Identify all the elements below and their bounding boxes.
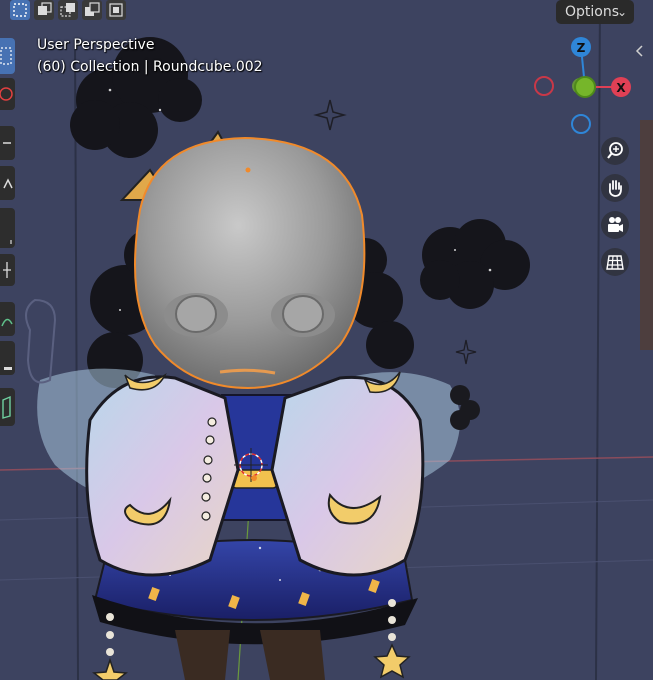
select-extend-mode-button[interactable] xyxy=(58,0,78,20)
jacket-left xyxy=(85,375,240,577)
3d-viewport[interactable]: Options ⌄ User Perspective (60) Collecti… xyxy=(0,0,653,680)
grid-icon xyxy=(606,255,624,270)
sparkle-outline xyxy=(313,99,347,131)
navigation-gizmo[interactable]: Z X xyxy=(530,34,640,139)
tool-rotate[interactable] xyxy=(0,166,15,200)
perspective-toggle-button[interactable] xyxy=(601,248,629,276)
neg-x-axis-button xyxy=(534,76,554,96)
zoom-icon xyxy=(607,142,623,159)
star-charm xyxy=(373,643,411,679)
add-cube-icon xyxy=(2,395,11,419)
tool-scale[interactable] xyxy=(0,208,15,248)
hand-icon xyxy=(608,180,622,197)
cursor-icon xyxy=(0,87,13,101)
origin-point xyxy=(251,475,257,481)
select-box-icon xyxy=(0,47,12,65)
tool-move[interactable] xyxy=(0,126,15,160)
sidebar-toggle-icon[interactable] xyxy=(634,44,646,58)
dark-cloud xyxy=(70,37,202,158)
left-toolbar xyxy=(0,36,16,428)
z-axis-label: Z xyxy=(577,41,586,55)
pan-button[interactable] xyxy=(601,174,629,202)
select-box-icon xyxy=(13,3,27,17)
sparkle-outline xyxy=(455,339,477,365)
perspective-label: User Perspective xyxy=(37,37,155,53)
tool-measure[interactable] xyxy=(0,341,15,375)
collection-label: (60) Collection | Roundcube.002 xyxy=(37,59,263,75)
scale-icon xyxy=(10,240,12,244)
measure-icon xyxy=(4,367,12,370)
y-axis-button xyxy=(574,76,596,98)
tool-transform[interactable] xyxy=(0,254,15,286)
annotate-icon xyxy=(1,318,13,327)
camera-view-button[interactable] xyxy=(601,211,629,239)
select-box-mode-button[interactable] xyxy=(10,0,30,20)
select-new-mode-button[interactable] xyxy=(34,0,54,20)
tool-cursor[interactable] xyxy=(0,78,15,110)
zoom-button[interactable] xyxy=(601,137,629,165)
options-dropdown[interactable]: Options ⌄ xyxy=(556,0,634,24)
select-intersect-mode-button[interactable] xyxy=(106,0,126,20)
star-charm xyxy=(92,657,128,680)
rotate-icon xyxy=(3,178,13,189)
transform-icon xyxy=(3,262,11,278)
neg-z-axis-button xyxy=(571,114,591,134)
select-new-icon xyxy=(38,2,52,15)
tool-add-cube[interactable] xyxy=(0,388,15,426)
select-subtract-icon xyxy=(85,2,100,16)
chevron-down-icon: ⌄ xyxy=(616,5,627,19)
x-axis-label: X xyxy=(616,81,626,95)
select-subtract-mode-button[interactable] xyxy=(82,0,102,20)
select-intersect-icon xyxy=(109,3,123,17)
select-extend-icon xyxy=(60,3,75,17)
dark-cloud xyxy=(420,219,530,309)
camera-icon xyxy=(608,217,623,232)
jacket-right xyxy=(270,375,425,577)
tool-select-box[interactable] xyxy=(0,38,15,74)
move-icon xyxy=(3,142,11,144)
options-label: Options xyxy=(565,4,620,20)
roundcube-head[interactable] xyxy=(134,136,366,390)
tool-annotate[interactable] xyxy=(0,302,15,336)
